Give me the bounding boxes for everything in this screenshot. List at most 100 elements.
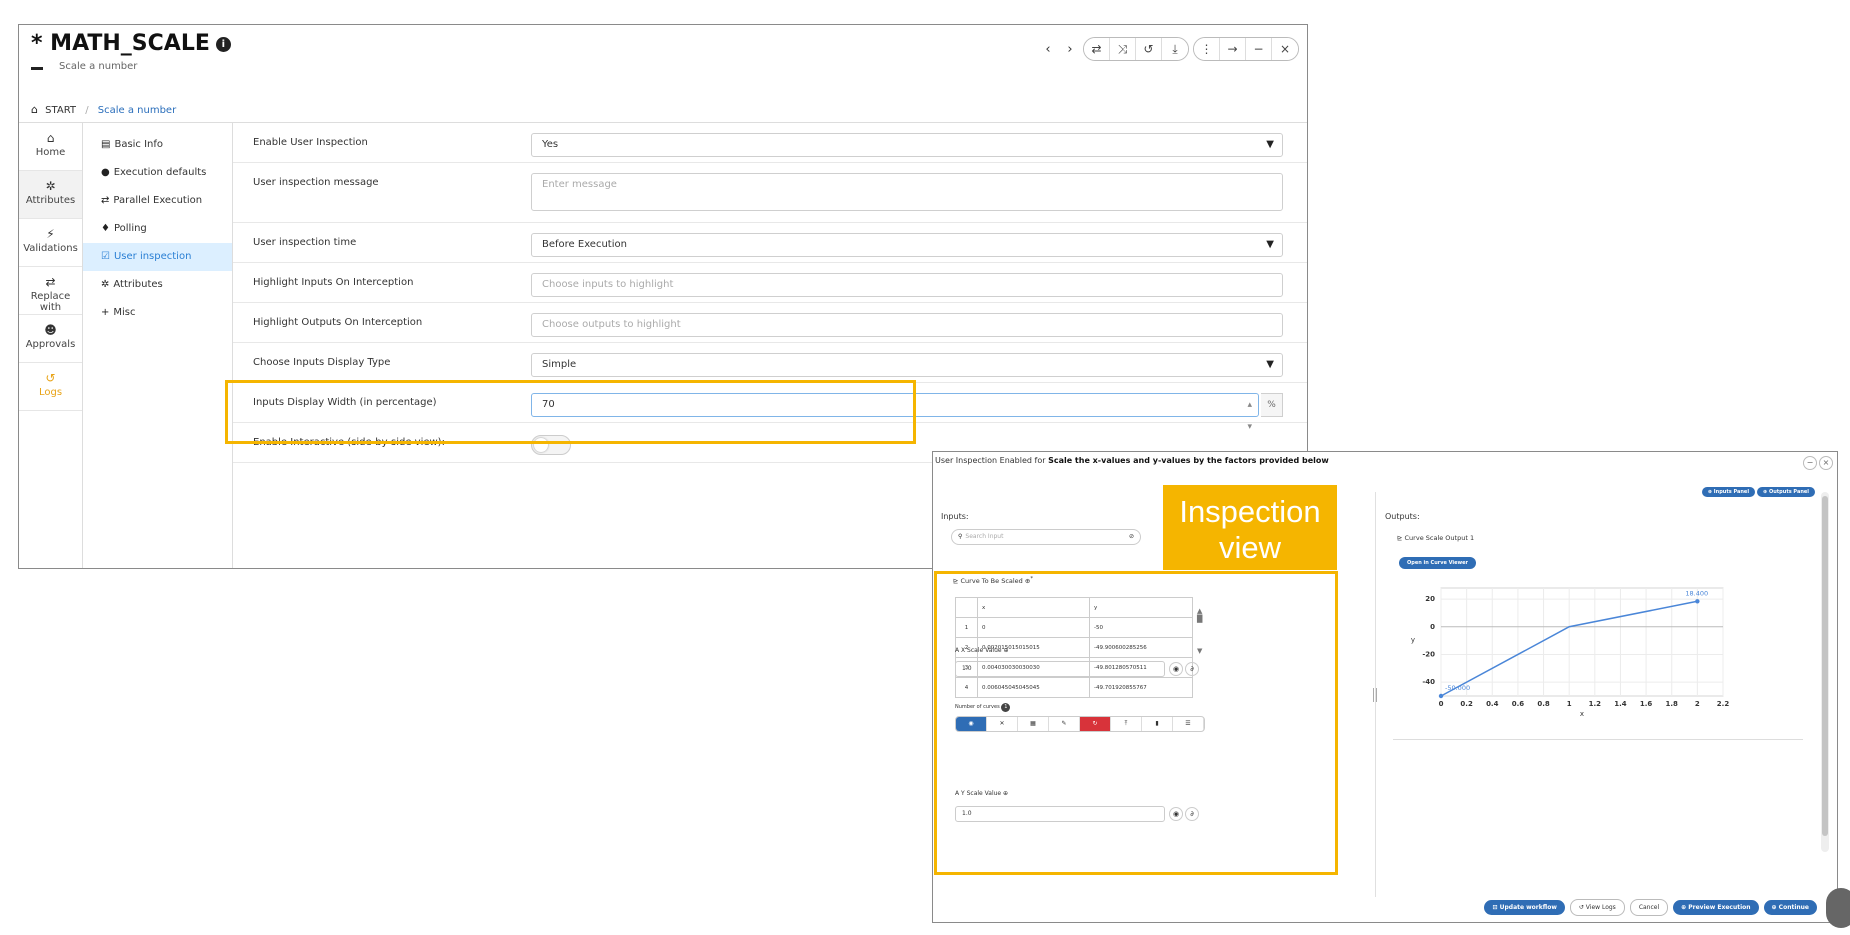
highlight-inputs-field[interactable]: Choose inputs to highlight bbox=[531, 273, 1283, 297]
percent-addon: % bbox=[1261, 393, 1283, 417]
enable-inspection-select[interactable]: Yes ▼ bbox=[531, 133, 1283, 157]
card-icon: ▤ bbox=[101, 139, 111, 150]
panel-buttons: ⊕ Inputs Panel ⊕ Outputs Panel bbox=[1701, 487, 1815, 497]
row-inspection-message: User inspection message Enter message bbox=[233, 163, 1307, 223]
user-check-icon: ☻ bbox=[44, 323, 57, 337]
dialog-scrollbar[interactable] bbox=[1821, 492, 1829, 852]
x-tick-label: 1.4 bbox=[1614, 700, 1627, 708]
highlight-box bbox=[225, 380, 916, 444]
menu-item-basic-info[interactable]: ▤ Basic Info bbox=[83, 131, 232, 159]
menu-item-misc[interactable]: + Misc bbox=[83, 299, 232, 327]
menu-item-attributes[interactable]: ✲ Attributes bbox=[83, 271, 232, 299]
rail-item-replace-with[interactable]: ⇄ Replace with bbox=[19, 267, 82, 315]
inspection-time-select[interactable]: Before Execution ▼ bbox=[531, 233, 1283, 257]
rail-item-logs[interactable]: ↺ Logs bbox=[19, 363, 82, 411]
y-tick-label: 20 bbox=[1425, 595, 1435, 603]
minimize-icon[interactable]: − bbox=[1246, 38, 1272, 60]
arrow-right-icon[interactable]: → bbox=[1220, 38, 1246, 60]
breadcrumb-current[interactable]: Scale a number bbox=[98, 105, 176, 116]
inspection-message-textarea[interactable]: Enter message bbox=[531, 173, 1283, 211]
continue-button[interactable]: ⊕ Continue bbox=[1763, 900, 1817, 915]
cancel-button[interactable]: Cancel bbox=[1629, 899, 1669, 916]
field-label: User inspection time bbox=[253, 237, 357, 248]
resize-handle[interactable] bbox=[1373, 688, 1377, 702]
rail-item-approvals[interactable]: ☻ Approvals bbox=[19, 315, 82, 363]
display-type-select[interactable]: Simple ▼ bbox=[531, 353, 1283, 377]
swap-icon[interactable]: ⇄ bbox=[1084, 38, 1110, 60]
chevron-down-icon: ▼ bbox=[1266, 359, 1274, 370]
inputs-heading: Inputs: bbox=[941, 512, 969, 521]
download-icon[interactable]: ⤓ bbox=[1162, 38, 1188, 60]
forward-icon[interactable]: › bbox=[1061, 42, 1079, 57]
dialog-title-bold: Scale the x-values and y-values by the f… bbox=[1048, 456, 1329, 465]
data-point bbox=[1438, 693, 1444, 699]
menu-dash-icon[interactable] bbox=[31, 67, 43, 70]
clear-icon[interactable]: ⊘ bbox=[1129, 530, 1134, 544]
breadcrumb-start[interactable]: START bbox=[45, 105, 76, 116]
close-icon[interactable]: × bbox=[1819, 456, 1833, 470]
menu-item-execution-defaults[interactable]: ● Execution defaults bbox=[83, 159, 232, 187]
y-tick-label: -20 bbox=[1422, 650, 1435, 658]
outputs-panel-button[interactable]: ⊕ Outputs Panel bbox=[1757, 487, 1815, 497]
dialog-controls: − × bbox=[1803, 456, 1833, 470]
rail-label: Validations bbox=[23, 243, 78, 254]
circle-icon: ● bbox=[101, 167, 110, 178]
open-curve-viewer-button[interactable]: Open in Curve Viewer bbox=[1399, 557, 1476, 569]
update-workflow-button[interactable]: ⊡ Update workflow bbox=[1484, 900, 1565, 915]
data-label: -50.000 bbox=[1445, 684, 1470, 692]
window-button-group: ⋮ → − × bbox=[1193, 37, 1299, 61]
menu-label: User inspection bbox=[113, 251, 192, 262]
checkbox-icon: ☑ bbox=[101, 251, 110, 262]
attribute-menu: ▤ Basic Info ● Execution defaults ⇄ Paralle… bbox=[83, 123, 233, 568]
window-header: * MATH_SCALE i Scale a number ‹ › ⇄ ⤨ ↺ ⤓… bbox=[19, 25, 1307, 81]
chevron-down-icon: ▼ bbox=[1266, 239, 1274, 250]
rail-item-validations[interactable]: ⚡ Validations bbox=[19, 219, 82, 267]
x-tick-label: 0 bbox=[1439, 700, 1444, 708]
output-curve-chart: 0 0.2 0.4 0.6 0.8 1 1.2 1.4 1.6 1.8 2 2.2 -40 -20 0 20 x… bbox=[1411, 587, 1729, 718]
view-logs-button[interactable]: ↺ View Logs bbox=[1569, 899, 1625, 916]
undo-icon[interactable]: ↺ bbox=[1136, 38, 1162, 60]
select-value: Before Execution bbox=[542, 239, 627, 250]
info-icon[interactable]: i bbox=[215, 36, 231, 52]
inspection-highlight-box bbox=[934, 571, 1338, 875]
field-label: Highlight Inputs On Interception bbox=[253, 277, 414, 288]
search-input[interactable]: ⚲ Search Input ⊘ bbox=[951, 529, 1141, 545]
rail-item-home[interactable]: ⌂ Home bbox=[19, 123, 82, 171]
x-tick-label: 1 bbox=[1567, 700, 1572, 708]
y-tick-label: -40 bbox=[1422, 678, 1435, 686]
menu-item-parallel-execution[interactable]: ⇄ Parallel Execution bbox=[83, 187, 232, 215]
select-value: Yes bbox=[542, 139, 559, 150]
x-tick-label: 0.4 bbox=[1486, 700, 1499, 708]
minimize-icon[interactable]: − bbox=[1803, 456, 1817, 470]
highlight-outputs-field[interactable]: Choose outputs to highlight bbox=[531, 313, 1283, 337]
x-tick-label: 1.6 bbox=[1640, 700, 1653, 708]
rail-label: Replace with bbox=[30, 291, 71, 313]
menu-item-polling[interactable]: ♦ Polling bbox=[83, 215, 232, 243]
back-icon[interactable]: ‹ bbox=[1039, 42, 1057, 57]
breadcrumb-separator: / bbox=[85, 105, 89, 116]
rail-label: Home bbox=[35, 147, 66, 158]
row-enable-inspection: Enable User Inspection Yes ▼ bbox=[233, 123, 1307, 163]
rail-label: Attributes bbox=[25, 195, 76, 206]
menu-label: Misc bbox=[113, 307, 136, 318]
gear-icon: ✲ bbox=[101, 279, 110, 290]
dialog-title-prefix: User Inspection Enabled for bbox=[935, 456, 1049, 465]
inputs-panel-button[interactable]: ⊕ Inputs Panel bbox=[1701, 487, 1756, 497]
close-icon[interactable]: × bbox=[1272, 38, 1298, 60]
kebab-menu-icon[interactable]: ⋮ bbox=[1194, 38, 1220, 60]
field-label: Highlight Outputs On Interception bbox=[253, 317, 423, 328]
mic-icon: ♦ bbox=[101, 223, 110, 234]
output-item: ⊵ Curve Scale Output 1 bbox=[1397, 534, 1474, 542]
chevron-down-icon: ▼ bbox=[1266, 139, 1274, 150]
page-subtitle: Scale a number bbox=[59, 61, 138, 72]
preview-execution-button[interactable]: ⊕ Preview Execution bbox=[1673, 900, 1759, 915]
shuffle-icon[interactable]: ⤨ bbox=[1110, 38, 1136, 60]
menu-item-user-inspection[interactable]: ☑ User inspection bbox=[83, 243, 232, 271]
home-icon[interactable]: ⌂ bbox=[31, 103, 38, 116]
dialog-footer: ⊡ Update workflow ↺ View Logs Cancel ⊕ P… bbox=[1484, 899, 1817, 916]
x-tick-label: 1.8 bbox=[1666, 700, 1679, 708]
menu-label: Execution defaults bbox=[113, 167, 207, 178]
field-label: User inspection message bbox=[253, 177, 379, 188]
rail-item-attributes[interactable]: ✲ Attributes bbox=[19, 171, 82, 219]
x-tick-label: 1.2 bbox=[1589, 700, 1602, 708]
